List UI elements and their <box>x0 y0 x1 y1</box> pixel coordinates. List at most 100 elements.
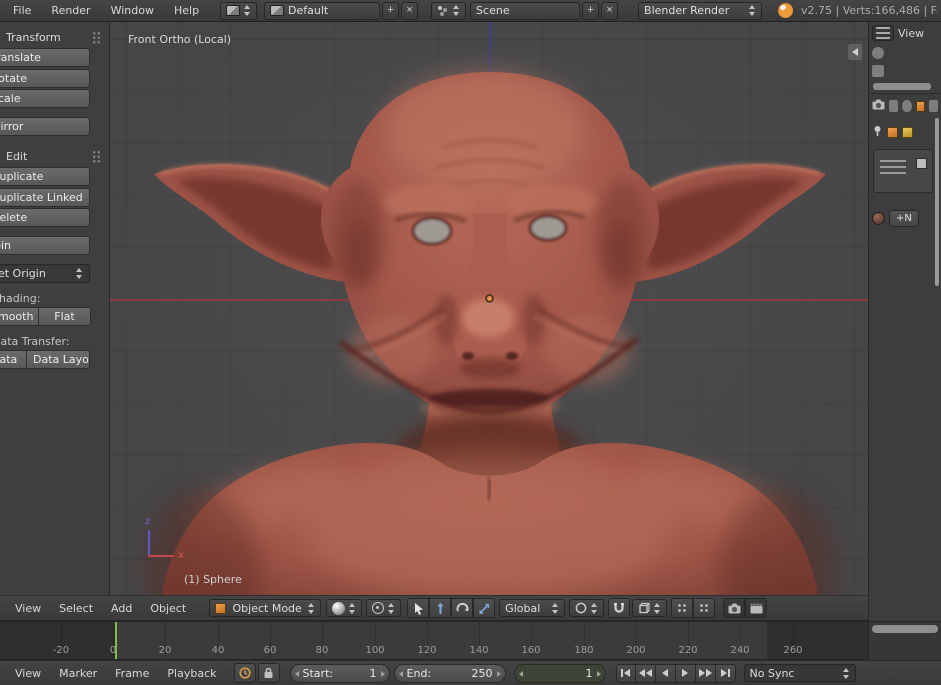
mirror-button[interactable]: Mirror <box>0 117 90 136</box>
properties-vertical-scrollbar[interactable] <box>935 118 939 286</box>
snap-element-dropdown[interactable] <box>632 599 667 617</box>
properties-region-toggle[interactable] <box>848 44 862 60</box>
sync-mode-value: No Sync <box>750 667 795 680</box>
outliner-item[interactable] <box>869 62 941 80</box>
edit-panel-header[interactable]: Edit <box>6 150 101 163</box>
properties-tab-world-icon[interactable] <box>902 100 911 112</box>
play-reverse-button[interactable] <box>656 664 676 683</box>
sync-mode-dropdown[interactable]: No Sync <box>744 664 856 682</box>
timeline-menu-marker[interactable]: Marker <box>50 667 106 680</box>
viewport-3d[interactable]: Front Ortho (Local) (1) Sphere z x <box>110 22 868 595</box>
viewport-menu-view[interactable]: View <box>6 602 50 615</box>
object-breadcrumb-icon[interactable] <box>887 127 898 138</box>
shade-smooth-button[interactable]: Smooth <box>0 307 38 326</box>
data-transfer-data-button[interactable]: Data <box>0 350 26 369</box>
rotate-button[interactable]: Rotate <box>0 69 90 88</box>
matcap-icon[interactable] <box>872 212 885 225</box>
duplicate-button[interactable]: Duplicate <box>0 167 90 186</box>
data-transfer-layout-button[interactable]: Data Layout <box>26 350 90 369</box>
manipulator-translate-button[interactable] <box>429 598 451 618</box>
current-frame-marker[interactable] <box>115 622 117 660</box>
properties-name-panel[interactable] <box>873 149 933 193</box>
viewport-menu-object[interactable]: Object <box>141 602 195 615</box>
timeline-tick-label: 20 <box>159 645 172 656</box>
menu-window[interactable]: Window <box>102 4 163 17</box>
rotate-arc-icon <box>456 602 469 615</box>
current-frame-value: 1 <box>586 667 593 680</box>
render-engine-value: Blender Render <box>644 4 729 17</box>
previous-keyframe-button[interactable] <box>636 664 656 683</box>
delete-button[interactable]: Delete <box>0 208 90 227</box>
viewport-shading-dropdown[interactable] <box>326 599 362 617</box>
proportional-edit-dropdown[interactable] <box>569 599 604 617</box>
opengl-render-animation-button[interactable] <box>745 598 767 618</box>
timeline-menu-view[interactable]: View <box>6 667 50 680</box>
next-keyframe-button[interactable] <box>696 664 716 683</box>
right-triangle-glyph <box>721 669 727 677</box>
transform-panel-title: Transform <box>6 31 61 44</box>
panel-drag-handle[interactable] <box>92 31 101 44</box>
outliner-horizontal-scrollbar[interactable] <box>873 83 931 90</box>
transform-panel-header[interactable]: Transform <box>6 31 101 44</box>
panel-drag-handle[interactable] <box>92 150 101 163</box>
manipulator-scale-button[interactable] <box>473 598 495 618</box>
menu-help[interactable]: Help <box>165 4 208 17</box>
play-button[interactable] <box>676 664 696 683</box>
timeline-menu-frame[interactable]: Frame <box>106 667 158 680</box>
outliner-display-dropdown[interactable] <box>872 25 894 41</box>
close-scene-button[interactable]: × <box>601 2 618 20</box>
close-screen-layout-button[interactable]: × <box>401 2 418 20</box>
properties-tab-object-icon[interactable] <box>916 101 925 112</box>
shade-flat-button[interactable]: Flat <box>38 307 91 326</box>
opengl-render-image-button[interactable] <box>723 598 745 618</box>
lock-range-button[interactable] <box>258 663 280 683</box>
properties-tabs <box>869 96 941 116</box>
data-breadcrumb-icon[interactable] <box>902 127 913 138</box>
render-engine-dropdown[interactable]: Blender Render <box>638 2 762 20</box>
snap-peel-button[interactable] <box>693 598 715 618</box>
pivot-point-dropdown[interactable] <box>366 599 401 617</box>
transform-orientation-dropdown[interactable]: Global <box>499 599 565 617</box>
properties-tab-modifiers-icon[interactable] <box>929 100 938 112</box>
start-frame-field[interactable]: Start: 1 <box>290 664 390 683</box>
viewport-menu-add[interactable]: Add <box>102 602 141 615</box>
outliner-item[interactable] <box>869 44 941 62</box>
timeline-tick-label: -20 <box>53 645 69 656</box>
current-frame-field[interactable]: 1 <box>514 664 606 683</box>
properties-tab-render-layers-icon[interactable] <box>889 100 898 112</box>
add-screen-layout-button[interactable]: + <box>382 2 399 20</box>
preview-range-button[interactable] <box>234 663 256 683</box>
end-frame-field[interactable]: End: 250 <box>394 664 506 683</box>
menu-render[interactable]: Render <box>42 4 99 17</box>
mode-dropdown[interactable]: Object Mode <box>209 599 321 617</box>
set-origin-dropdown[interactable]: Set Origin <box>0 264 90 283</box>
end-frame-value: 250 <box>472 667 493 680</box>
timeline-menu-playback[interactable]: Playback <box>158 667 225 680</box>
viewport-menu-select[interactable]: Select <box>50 602 102 615</box>
translate-button[interactable]: Translate <box>0 48 90 67</box>
scene-browse-dropdown[interactable] <box>431 2 466 20</box>
screen-layout-icon <box>270 5 284 16</box>
jump-to-start-button[interactable] <box>616 664 636 683</box>
snap-toggle-button[interactable] <box>608 598 630 618</box>
properties-tab-render-icon[interactable] <box>872 99 885 113</box>
jump-to-end-button[interactable] <box>716 664 736 683</box>
scale-button[interactable]: Scale <box>0 89 90 108</box>
snap-target-button[interactable] <box>671 598 693 618</box>
outliner-header: View <box>869 22 941 44</box>
timeline-horizontal-scrollbar[interactable] <box>872 625 938 633</box>
properties-breadcrumb <box>869 122 941 143</box>
scene-name-dropdown[interactable]: Scene <box>470 2 580 20</box>
add-scene-button[interactable]: + <box>582 2 599 20</box>
sculpt-model-goblin[interactable] <box>110 22 868 595</box>
manipulator-rotate-button[interactable] <box>451 598 473 618</box>
screen-layout-dropdown[interactable]: Default <box>264 2 380 20</box>
join-button[interactable]: Join <box>0 236 90 255</box>
timeline-ruler[interactable]: -20 0 20 40 60 80 100 120 140 160 180 20… <box>0 621 868 660</box>
editor-type-dropdown[interactable] <box>220 2 257 20</box>
pin-icon[interactable] <box>872 125 883 140</box>
manipulator-toggle-button[interactable] <box>407 598 429 618</box>
new-data-button[interactable]: +N <box>889 210 919 227</box>
duplicate-linked-button[interactable]: Duplicate Linked <box>0 188 90 207</box>
menu-file[interactable]: File <box>4 4 40 17</box>
